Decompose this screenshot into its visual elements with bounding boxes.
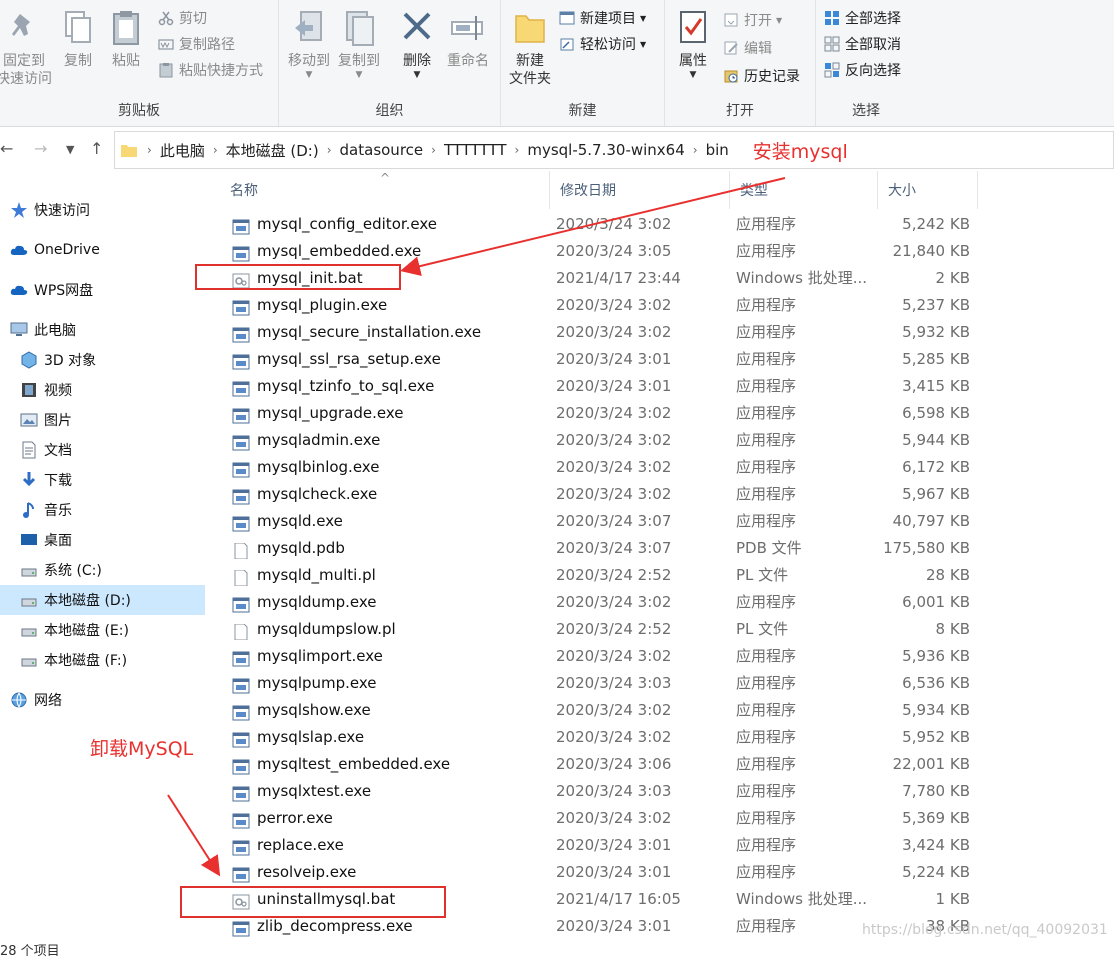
watermark: https://blog.csdn.net/qq_40092031: [862, 922, 1108, 938]
annotation-arrows: [167, 177, 786, 877]
status-item-count: 28 个项目: [0, 944, 60, 959]
uninstall-arrow: [167, 794, 221, 877]
install-arrow: [400, 177, 786, 276]
